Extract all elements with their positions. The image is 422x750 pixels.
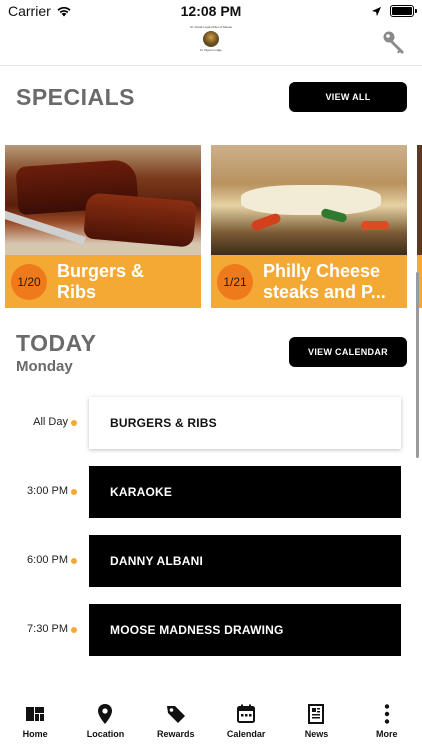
- special-card-strip: 1/21 Philly Cheese steaks and P...: [211, 255, 407, 308]
- special-title-line-1: Burgers &: [57, 260, 145, 281]
- view-all-button[interactable]: VIEW ALL: [289, 82, 407, 112]
- special-title-line-2: Ribs: [57, 281, 97, 302]
- special-photo-peek: [417, 145, 422, 255]
- event-dot: [71, 420, 77, 426]
- special-card-strip: 1/20 Burgers & Ribs: [5, 255, 201, 308]
- tab-news[interactable]: News: [281, 700, 351, 750]
- moose-emblem-icon: [203, 31, 219, 47]
- event-time: All Day: [33, 416, 68, 428]
- today-day: Monday: [16, 358, 73, 375]
- event-time: 6:00 PM: [27, 554, 68, 566]
- special-card[interactable]: 1/20 Burgers & Ribs: [5, 145, 201, 308]
- event-row: 3:00 PM KARAOKE: [0, 466, 422, 518]
- tab-more[interactable]: More: [352, 700, 422, 750]
- special-title-line-1: Philly Cheese: [263, 260, 381, 281]
- special-title-line-2: steaks and P...: [263, 281, 386, 302]
- tab-location[interactable]: Location: [70, 700, 140, 750]
- ribs-photo: [5, 145, 201, 255]
- logo-line-1: St. Cloud Loyal Order of Moose: [189, 25, 233, 29]
- special-title: Philly Cheese steaks and P...: [263, 261, 403, 303]
- event-card[interactable]: DANNY ALBANI: [89, 535, 401, 587]
- event-row: All Day BURGERS & RIBS: [0, 397, 422, 449]
- event-card[interactable]: BURGERS & RIBS: [89, 397, 401, 449]
- tag-icon: [166, 706, 185, 723]
- event-card[interactable]: KARAOKE: [89, 466, 401, 518]
- tab-label: Calendar: [226, 729, 266, 739]
- event-card[interactable]: MOOSE MADNESS DRAWING: [89, 604, 401, 656]
- date-badge: 1/21: [217, 263, 253, 300]
- tab-bar: Home Location Rewards Calendar News More: [0, 700, 422, 750]
- tab-label: Home: [22, 729, 48, 739]
- event-row: 7:30 PM MOOSE MADNESS DRAWING: [0, 604, 422, 656]
- location-pin-icon: [98, 704, 113, 724]
- carrier-label: Carrier: [8, 3, 51, 19]
- tab-rewards[interactable]: Rewards: [141, 700, 211, 750]
- special-card[interactable]: 1/21 Philly Cheese steaks and P...: [211, 145, 407, 308]
- calendar-icon: [237, 704, 256, 723]
- event-row: 6:00 PM DANNY ALBANI: [0, 535, 422, 587]
- today-heading: TODAY: [16, 330, 97, 356]
- status-bar: Carrier 12:08 PM: [0, 0, 422, 22]
- wifi-icon: [57, 6, 71, 17]
- logo-line-2: Ft. Myers Lodge: [200, 48, 222, 52]
- tab-label: News: [304, 729, 329, 739]
- battery-icon: [390, 5, 417, 17]
- event-dot: [71, 558, 77, 564]
- tab-label: Location: [86, 729, 125, 739]
- event-time: 7:30 PM: [27, 623, 68, 635]
- date-badge: 1/20: [11, 263, 47, 300]
- key-icon[interactable]: [382, 30, 408, 56]
- tab-home[interactable]: Home: [0, 700, 70, 750]
- special-title: Burgers & Ribs: [57, 261, 197, 303]
- location-arrow-icon: [371, 6, 382, 16]
- home-grid-icon: [26, 707, 45, 721]
- view-calendar-button[interactable]: VIEW CALENDAR: [289, 337, 407, 367]
- tab-label: Rewards: [157, 729, 195, 739]
- app-header: St. Cloud Loyal Order of Moose Ft. Myers…: [0, 22, 422, 66]
- tab-calendar[interactable]: Calendar: [211, 700, 281, 750]
- specials-heading: SPECIALS: [16, 84, 136, 110]
- event-dot: [71, 489, 77, 495]
- clock: 12:08 PM: [180, 3, 242, 19]
- philly-photo: [211, 145, 407, 255]
- lodge-logo: St. Cloud Loyal Order of Moose Ft. Myers…: [189, 25, 233, 62]
- event-dot: [71, 627, 77, 633]
- more-dots-icon: [384, 704, 389, 724]
- newspaper-icon: [308, 704, 325, 724]
- event-time: 3:00 PM: [27, 485, 68, 497]
- tab-label: More: [376, 729, 398, 739]
